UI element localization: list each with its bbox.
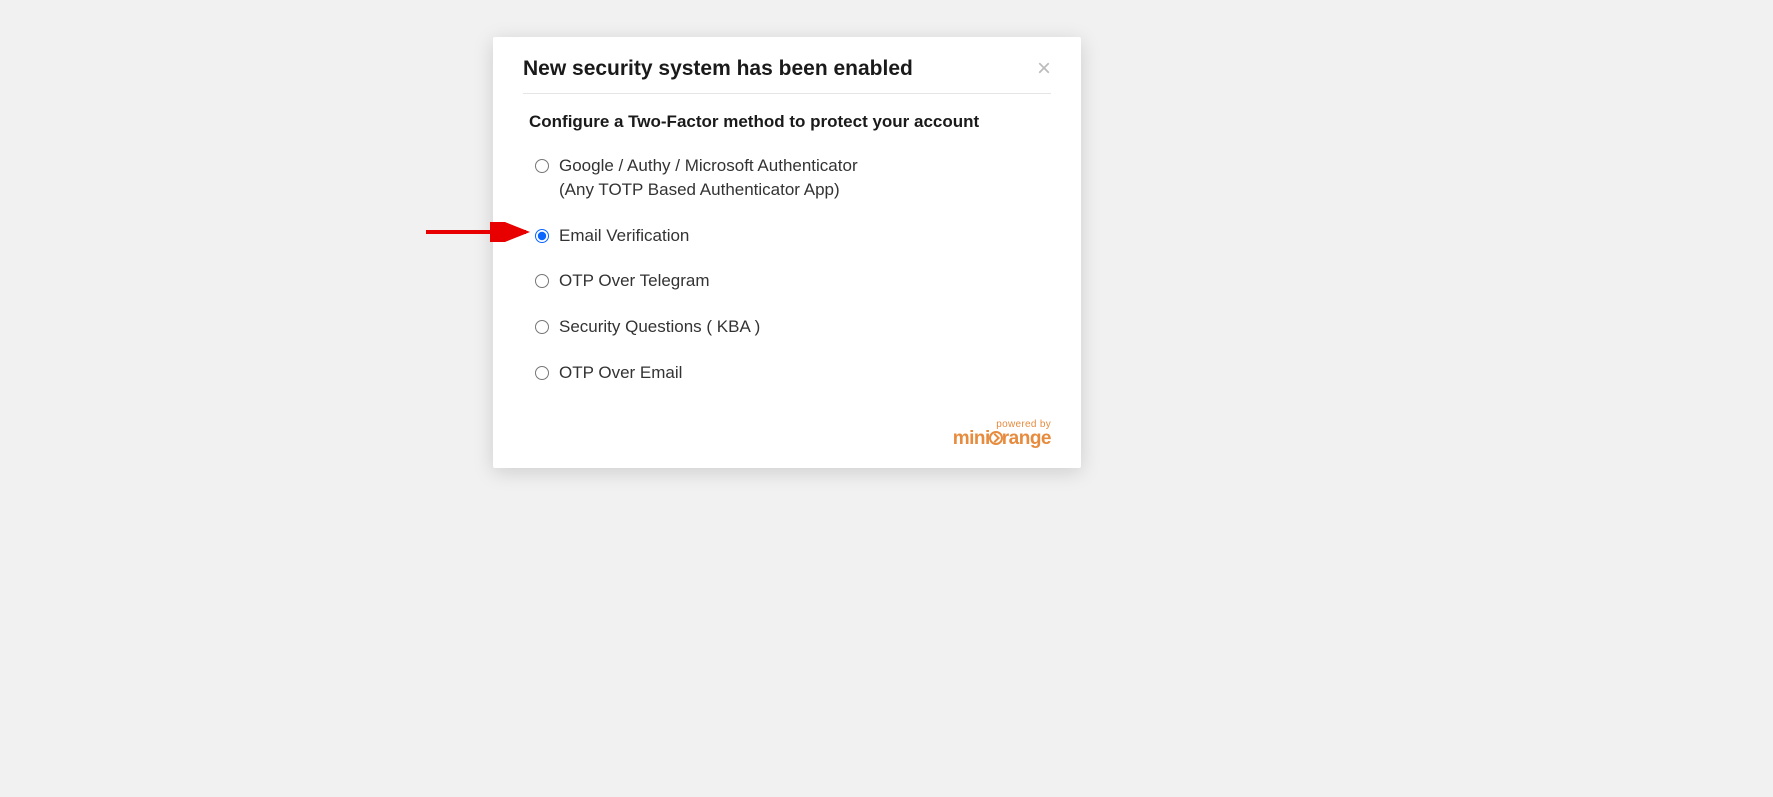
modal-subtitle: Configure a Two-Factor method to protect… <box>529 112 1045 132</box>
option-label-text: OTP Over Telegram <box>559 271 710 290</box>
modal-body: Configure a Two-Factor method to protect… <box>493 94 1081 419</box>
two-factor-modal: New security system has been enabled × C… <box>493 37 1081 468</box>
brand-o-icon <box>989 431 1003 445</box>
two-factor-option[interactable]: Security Questions ( KBA ) <box>529 315 1045 339</box>
option-label-text: Google / Authy / Microsoft Authenticator <box>559 156 858 175</box>
modal-footer: powered by minirange <box>493 419 1081 468</box>
option-radio[interactable] <box>535 320 549 334</box>
modal-title: New security system has been enabled <box>523 57 913 81</box>
brand-prefix: mini <box>953 428 990 449</box>
close-button[interactable]: × <box>1037 57 1051 81</box>
option-label[interactable]: Security Questions ( KBA ) <box>559 315 760 339</box>
option-label[interactable]: OTP Over Telegram <box>559 269 710 293</box>
option-radio[interactable] <box>535 229 549 243</box>
brand-suffix: range <box>1002 428 1051 449</box>
options-list: Google / Authy / Microsoft Authenticator… <box>529 154 1045 385</box>
option-label[interactable]: Email Verification <box>559 224 689 248</box>
powered-by-badge: powered by minirange <box>953 419 1051 450</box>
two-factor-option[interactable]: OTP Over Telegram <box>529 269 1045 293</box>
two-factor-option[interactable]: Email Verification <box>529 224 1045 248</box>
two-factor-option[interactable]: Google / Authy / Microsoft Authenticator… <box>529 154 1045 202</box>
brand-logo: mini range <box>953 428 1051 449</box>
option-label-text: OTP Over Email <box>559 363 682 382</box>
close-icon: × <box>1037 55 1051 82</box>
option-label[interactable]: Google / Authy / Microsoft Authenticator… <box>559 154 858 202</box>
option-radio[interactable] <box>535 274 549 288</box>
option-radio[interactable] <box>535 366 549 380</box>
modal-header: New security system has been enabled × <box>523 37 1051 94</box>
option-radio[interactable] <box>535 159 549 173</box>
option-label[interactable]: OTP Over Email <box>559 361 682 385</box>
option-label-text: Email Verification <box>559 226 689 245</box>
option-sublabel-text: (Any TOTP Based Authenticator App) <box>559 178 858 202</box>
two-factor-option[interactable]: OTP Over Email <box>529 361 1045 385</box>
option-label-text: Security Questions ( KBA ) <box>559 317 760 336</box>
